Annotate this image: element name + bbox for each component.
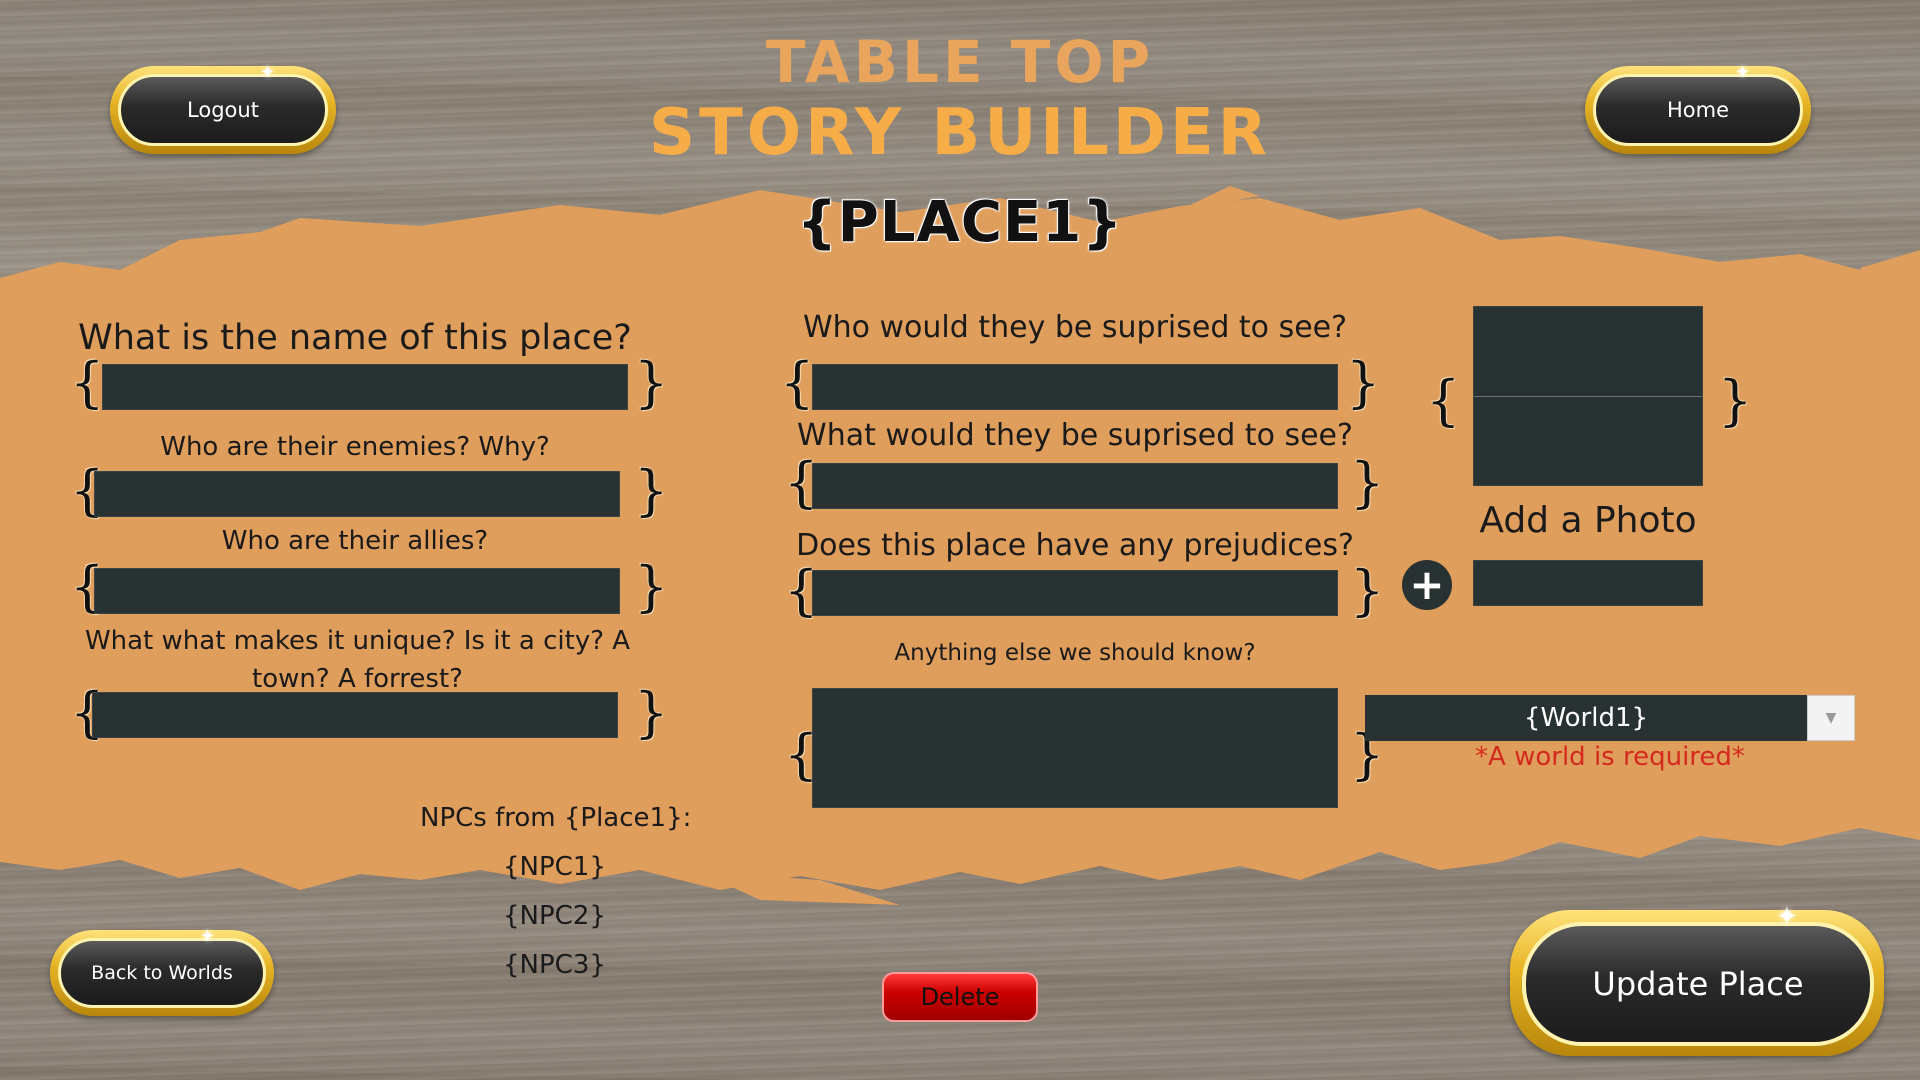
npc-link[interactable]: {NPC1}	[503, 852, 606, 882]
home-button[interactable]: Home ✦	[1585, 62, 1811, 154]
enemies-question-label: Who are their enemies? Why?	[160, 432, 550, 462]
photo-preview	[1473, 306, 1703, 486]
update-place-button[interactable]: Update Place ✦	[1510, 902, 1884, 1056]
logout-button[interactable]: Logout ✦	[110, 62, 336, 154]
home-button-label: Home	[1666, 98, 1729, 122]
brace-close: }	[1718, 369, 1753, 432]
name-question-label: What is the name of this place?	[78, 318, 632, 358]
sparkle-icon: ✦	[260, 62, 276, 83]
chevron-down-icon[interactable]: ▼	[1807, 695, 1855, 741]
home-button-face[interactable]: Home	[1593, 74, 1803, 146]
surprised-who-input[interactable]	[812, 364, 1338, 410]
npc-link[interactable]: {NPC3}	[503, 950, 606, 980]
unique-question-label: What what makes it unique? Is it a city?…	[84, 626, 631, 694]
brace-close: }	[634, 459, 669, 522]
brace-open: {	[780, 351, 815, 414]
npcs-heading: NPCs from {Place1}:	[420, 803, 692, 833]
surprised-what-question-label: What would they be suprised to see?	[797, 418, 1353, 453]
photo-upload-input[interactable]	[1473, 560, 1703, 606]
anything-else-question-label: Anything else we should know?	[894, 640, 1256, 666]
update-place-button-face[interactable]: Update Place	[1522, 922, 1874, 1046]
surprised-who-question-label: Who would they be suprised to see?	[802, 310, 1348, 345]
unique-input[interactable]	[92, 692, 618, 738]
back-to-worlds-button-face[interactable]: Back to Worlds	[58, 938, 266, 1008]
npc-link[interactable]: {NPC2}	[503, 901, 606, 931]
brace-open: {	[1426, 369, 1461, 432]
enemies-input[interactable]	[94, 471, 620, 517]
allies-input[interactable]	[94, 568, 620, 614]
add-photo-label: Add a Photo	[1479, 500, 1697, 541]
photo-preview-divider	[1474, 396, 1702, 397]
brace-close: }	[1350, 451, 1385, 514]
world-required-error: *A world is required*	[1475, 742, 1745, 772]
prejudices-input[interactable]	[812, 570, 1338, 616]
brace-close: }	[1350, 559, 1385, 622]
back-to-worlds-button[interactable]: Back to Worlds ✦	[50, 926, 274, 1016]
delete-button[interactable]: Delete	[882, 972, 1038, 1022]
surprised-what-input[interactable]	[812, 463, 1338, 509]
plus-icon[interactable]: +	[1402, 560, 1452, 610]
page-title: {PLACE1}	[796, 190, 1124, 255]
world-select-value: {World1}	[1523, 703, 1649, 733]
brace-close: }	[634, 681, 669, 744]
brace-close: }	[1346, 351, 1381, 414]
brace-close: }	[634, 351, 669, 414]
sparkle-icon: ✦	[1776, 902, 1798, 932]
anything-else-textarea[interactable]	[812, 688, 1338, 808]
sparkle-icon: ✦	[200, 926, 216, 947]
brace-close: }	[634, 555, 669, 618]
allies-question-label: Who are their allies?	[221, 526, 489, 556]
back-to-worlds-label: Back to Worlds	[91, 962, 233, 984]
logout-button-face[interactable]: Logout	[118, 74, 328, 146]
logout-button-label: Logout	[187, 98, 259, 122]
prejudices-question-label: Does this place have any prejudices?	[796, 528, 1354, 563]
brace-open: {	[70, 351, 105, 414]
world-select[interactable]: {World1}	[1365, 695, 1807, 741]
sparkle-icon: ✦	[1735, 62, 1751, 83]
delete-button-label: Delete	[920, 983, 1000, 1011]
place-name-input[interactable]	[102, 364, 628, 410]
update-place-label: Update Place	[1592, 965, 1804, 1003]
